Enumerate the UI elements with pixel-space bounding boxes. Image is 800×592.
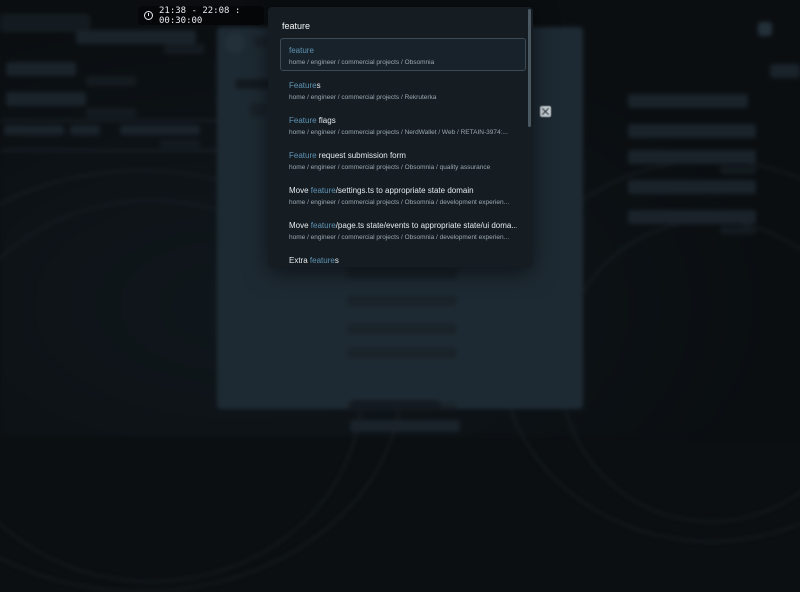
time-range-text: 21:38 - 22:08 : 00:30:00 [159, 5, 241, 26]
result-path: home / engineer / commercial projects / … [289, 164, 491, 171]
result-item[interactable]: feature home / engineer / commercial proj… [280, 38, 526, 71]
result-title-match: feature [310, 221, 336, 230]
result-title-text: /page.ts state/events to appropriate sta… [335, 221, 517, 230]
result-item[interactable]: Feature request submission form home / en… [280, 143, 526, 176]
result-title-text: flags [316, 116, 336, 125]
result-item[interactable]: Move feature/settings.ts to appropriate … [280, 178, 526, 211]
result-title-match: Feature [289, 81, 317, 90]
result-title-match: Feature [289, 151, 317, 160]
result-title-text: Move [289, 186, 311, 195]
result-title-text: request submission form [316, 151, 406, 160]
result-title-text: s [334, 256, 339, 265]
result-item[interactable]: Features home / engineer / commercial pro… [280, 73, 526, 106]
command-palette: feature home / engineer / commercial proj… [268, 7, 533, 267]
result-title-text: s [316, 81, 321, 90]
result-title-text: Move [289, 221, 311, 230]
time-range-bar[interactable]: 21:38 - 22:08 : 00:30:00 [138, 5, 264, 26]
result-item[interactable]: Extra features [280, 248, 526, 267]
result-title: Extra features [289, 255, 517, 266]
result-item[interactable]: Feature flags home / engineer / commercia… [280, 108, 526, 141]
result-title-match: Feature [289, 116, 317, 125]
results-scrollbar[interactable] [528, 9, 531, 127]
result-title-text: Extra [289, 256, 310, 265]
result-title: Feature flags [289, 115, 517, 126]
search-input[interactable] [282, 17, 517, 35]
result-title: Features [289, 80, 517, 91]
result-title: Feature request submission form [289, 150, 517, 161]
result-path: home / engineer / commercial projects / … [289, 59, 435, 66]
result-title: Move feature/settings.ts to appropriate … [289, 185, 517, 196]
result-title: feature [289, 45, 517, 56]
result-title-match: feature [309, 256, 335, 265]
result-title-match: feature [289, 46, 314, 55]
clock-icon [144, 11, 153, 20]
result-title-match: feature [310, 186, 336, 195]
result-path: home / engineer / commercial projects / … [289, 129, 508, 136]
results-list: feature home / engineer / commercial proj… [280, 38, 526, 267]
result-path: home / engineer / commercial projects / … [289, 234, 510, 241]
result-item[interactable]: Move feature/page.ts state/events to app… [280, 213, 526, 246]
result-path: home / engineer / commercial projects / … [289, 199, 510, 206]
result-title: Move feature/page.ts state/events to app… [289, 220, 517, 231]
close-icon[interactable] [540, 106, 551, 117]
result-path: home / engineer / commercial projects / … [289, 94, 437, 101]
result-title-text: /settings.ts to appropriate state domain [335, 186, 474, 195]
